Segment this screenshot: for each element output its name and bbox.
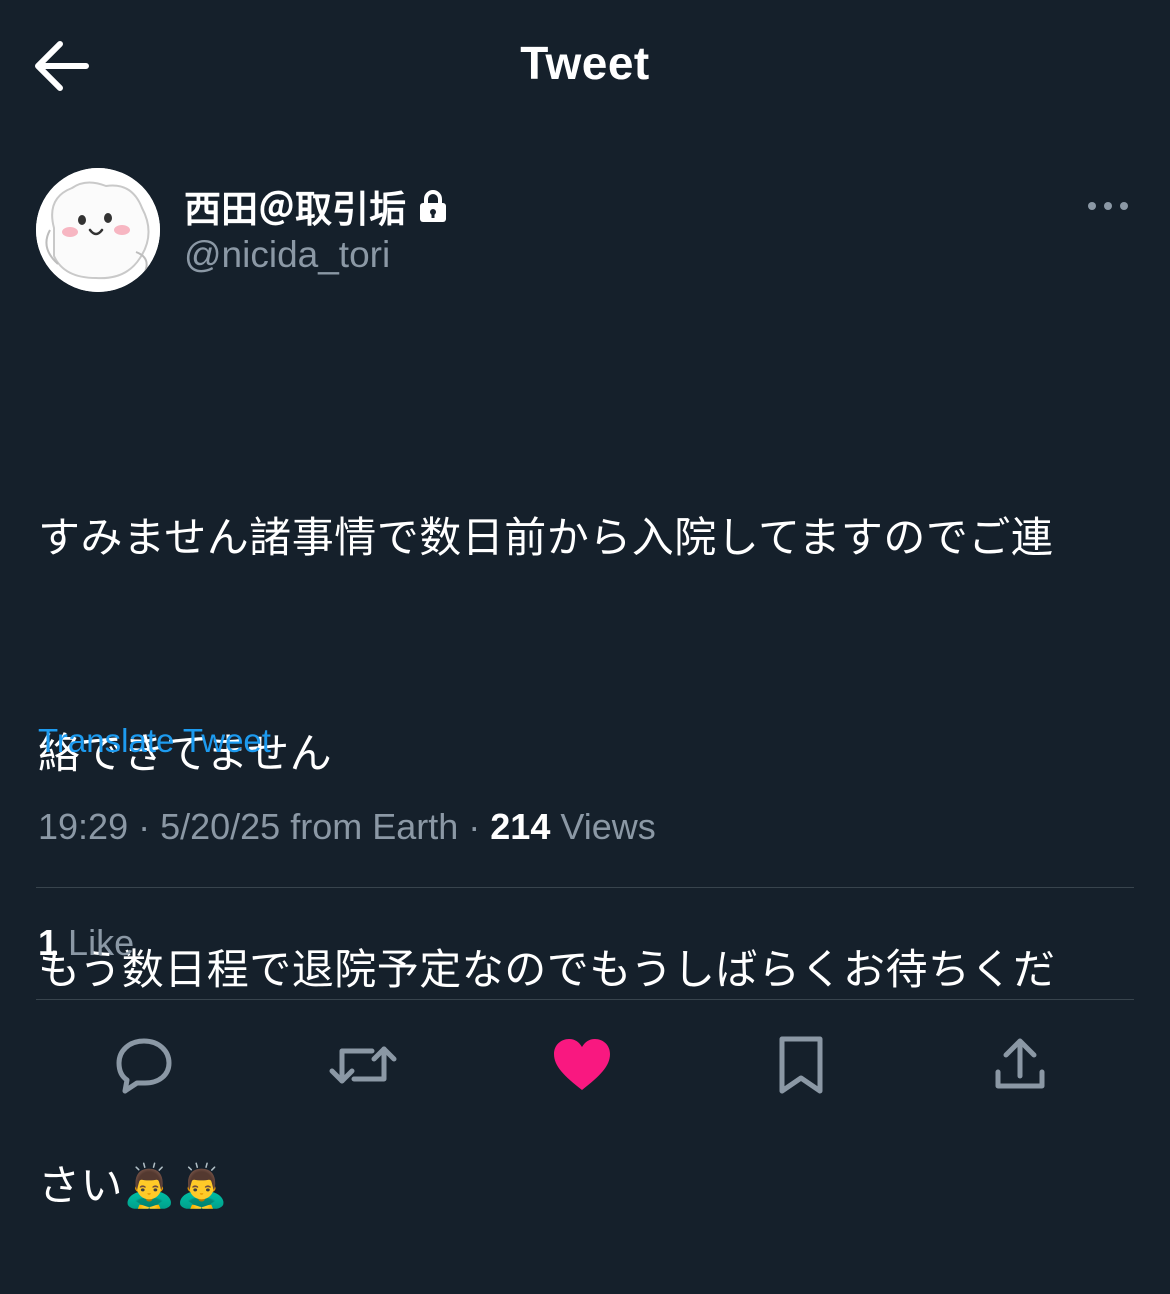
white-cat-avatar	[36, 168, 160, 292]
heart-icon	[554, 1039, 610, 1090]
retweet-button[interactable]	[328, 1030, 398, 1100]
page-title: Tweet	[520, 37, 650, 89]
tweet-line: すみません諸事情で数日前から入院してますのでご連	[38, 514, 1054, 561]
likes-count: 1	[38, 922, 59, 963]
translate-tweet-link[interactable]: Translate Tweet	[38, 722, 271, 760]
top-bar: Tweet	[0, 0, 1170, 130]
tweet-meta: 19:29 · 5/20/25 from Earth · 214 Views	[38, 806, 656, 847]
lock-icon	[418, 189, 448, 223]
like-button[interactable]	[547, 1030, 617, 1100]
bookmark-icon	[779, 1036, 823, 1094]
likes-label: Like	[68, 922, 135, 963]
tweet-time: 19:29	[38, 806, 129, 847]
more-icon	[1088, 202, 1128, 210]
share-button[interactable]	[985, 1030, 1055, 1100]
divider	[36, 887, 1134, 888]
tweet-date: 5/20/25	[160, 806, 281, 847]
reply-button[interactable]	[109, 1030, 179, 1100]
more-options-button[interactable]	[1082, 190, 1134, 222]
tweet-line: もう数日程で退院予定なのでもうしばらくお待ちくだ	[38, 946, 1056, 993]
views-count: 214	[490, 806, 551, 847]
author-name-row: 西田＠取引垢	[184, 180, 448, 232]
divider	[36, 999, 1134, 1000]
bookmark-button[interactable]	[766, 1030, 836, 1100]
tweet-source: from Earth	[290, 806, 459, 847]
likes-summary[interactable]: 1 Like	[38, 922, 134, 964]
author-display-name[interactable]: 西田＠取引垢	[184, 179, 406, 233]
retweet-icon	[329, 1046, 397, 1084]
author-handle[interactable]: @nicida_tori	[184, 234, 390, 276]
tweet-line: さい🙇‍♂️🙇‍♂️	[38, 1162, 229, 1209]
reply-icon	[116, 1038, 172, 1094]
avatar[interactable]	[36, 168, 160, 292]
views-label: Views	[560, 806, 656, 847]
share-icon	[995, 1038, 1045, 1089]
